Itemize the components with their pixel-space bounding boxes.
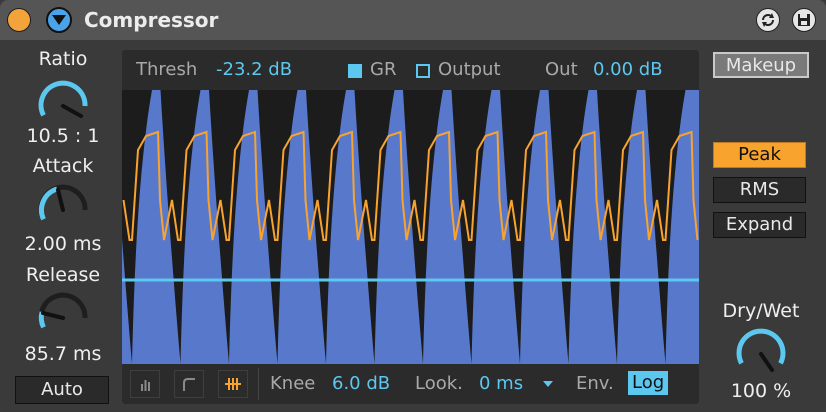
meter-icon xyxy=(225,378,241,390)
swap-arrows-icon xyxy=(762,13,774,27)
envelope-log-button[interactable]: Log xyxy=(628,371,669,395)
dry-wet-label: Dry/Wet xyxy=(722,300,800,322)
ratio-value: 10.5 : 1 xyxy=(26,125,100,147)
display-footer: Knee 6.0 dB Look. 0 ms Env. Log xyxy=(122,364,699,404)
dropdown-triangle-icon[interactable] xyxy=(542,380,554,388)
lookahead-value[interactable]: 0 ms xyxy=(479,373,523,395)
auto-release-button[interactable]: Auto xyxy=(15,376,109,404)
threshold-value[interactable]: -23.2 dB xyxy=(216,59,292,81)
lookahead-label: Look. xyxy=(415,373,463,394)
release-knob[interactable] xyxy=(33,288,93,348)
attack-value: 2.00 ms xyxy=(24,233,102,255)
release-value: 85.7 ms xyxy=(24,343,102,365)
transfer-curve-button[interactable] xyxy=(174,370,204,398)
bars-icon xyxy=(141,380,150,391)
output-checkbox[interactable] xyxy=(416,64,430,78)
envelope-label: Env. xyxy=(576,373,614,394)
activity-view-button[interactable] xyxy=(130,370,160,398)
makeup-button[interactable]: Makeup xyxy=(713,52,809,78)
out-gain-value[interactable]: 0.00 dB xyxy=(593,59,663,81)
expand-mode-button[interactable]: Expand xyxy=(713,212,806,238)
collapsed-view-button[interactable] xyxy=(218,370,248,398)
chevron-down-icon xyxy=(52,15,66,25)
compressor-device: Compressor Ratio 10.5 : 1 Attack 2.00 ms… xyxy=(0,0,826,412)
curve-icon xyxy=(183,378,195,391)
device-title: Compressor xyxy=(84,8,219,32)
display-header: Thresh -23.2 dB GR Output Out 0.00 dB xyxy=(122,50,699,90)
hot-swap-button[interactable] xyxy=(756,8,780,32)
device-power-button[interactable] xyxy=(7,8,31,32)
out-gain-label: Out xyxy=(545,59,578,80)
gain-reduction-graph xyxy=(122,90,699,364)
footer-divider xyxy=(258,368,259,400)
dry-wet-knob[interactable] xyxy=(731,324,791,384)
knee-label: Knee xyxy=(270,373,316,394)
threshold-label: Thresh xyxy=(136,59,198,80)
compressor-display: Thresh -23.2 dB GR Output Out 0.00 dB Kn… xyxy=(122,50,699,404)
peak-mode-button[interactable]: Peak xyxy=(713,142,806,168)
ratio-label: Ratio xyxy=(38,48,88,70)
release-label: Release xyxy=(25,264,101,286)
dry-wet-value: 100 % xyxy=(730,380,792,402)
attack-knob[interactable] xyxy=(33,180,93,240)
gr-label: GR xyxy=(370,59,397,80)
save-preset-button[interactable] xyxy=(792,8,816,32)
output-label: Output xyxy=(438,59,501,80)
knee-value[interactable]: 6.0 dB xyxy=(332,373,390,395)
attack-label: Attack xyxy=(32,155,94,177)
rms-mode-button[interactable]: RMS xyxy=(713,177,806,203)
save-disk-icon xyxy=(798,14,810,26)
fold-toggle-button[interactable] xyxy=(46,7,72,33)
device-title-bar: Compressor xyxy=(0,0,826,40)
gr-checkbox[interactable] xyxy=(348,64,362,78)
